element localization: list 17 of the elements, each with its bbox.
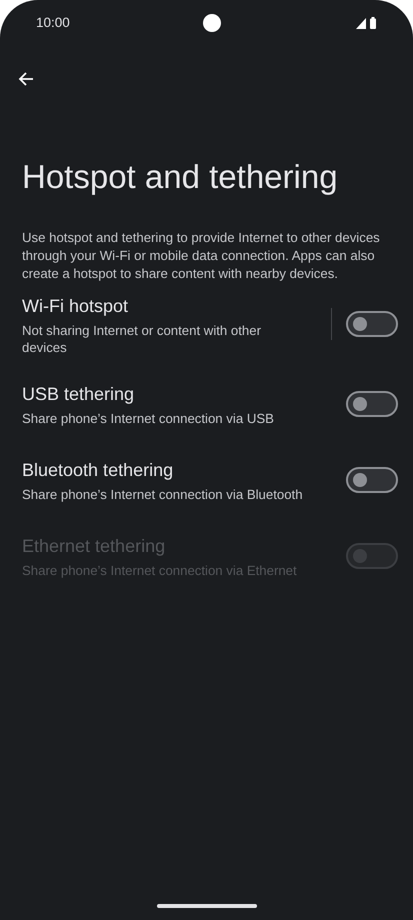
setting-summary: Share phone’s Internet connection via Bluetooth (22, 486, 304, 503)
description-text: Use hotspot and tethering to provide Internet to other devices through your Wi-Fi or mobile data connection. Apps can also create a hotspot to share content with nearby devices. (22, 228, 381, 283)
setting-summary: Share phone’s Internet connection via USB (22, 410, 275, 427)
setting-title: Wi-Fi hotspot (22, 294, 130, 318)
setting-title: Bluetooth tethering (22, 458, 174, 482)
back-icon[interactable] (18, 71, 34, 87)
status-time: 10:00 (36, 14, 70, 32)
setting-summary: Not sharing Internet or content with other devices (22, 322, 262, 356)
toggle-switch[interactable] (346, 466, 398, 493)
page-title: Hotspot and tethering (22, 157, 339, 197)
toggle-switch[interactable] (346, 311, 398, 338)
camera-cutout-icon (203, 14, 222, 32)
toggle-switch[interactable] (346, 390, 398, 417)
setting-title: Ethernet tethering (22, 534, 166, 558)
setting-summary: Share phone’s Internet connection via Ethernet (22, 562, 298, 579)
signal-battery-icon (354, 17, 377, 29)
setting-title: USB tethering (22, 382, 136, 406)
